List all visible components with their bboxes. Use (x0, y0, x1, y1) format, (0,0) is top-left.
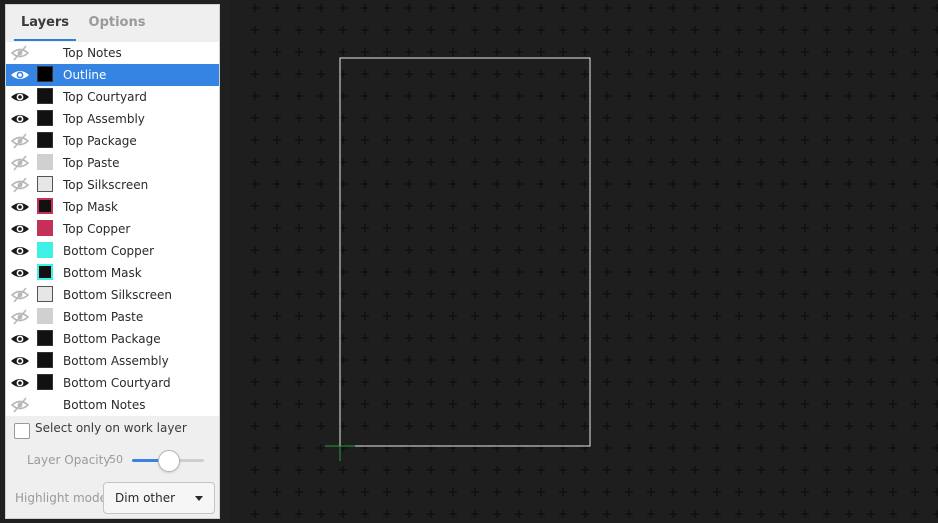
select-only-work-layer-label: Select only on work layer (35, 421, 187, 435)
origin-marker (325, 445, 355, 461)
layer-label: Top Mask (63, 200, 118, 214)
grid-crosses (251, 4, 938, 518)
layer-row[interactable]: Top Courtyard (6, 86, 219, 108)
eye-icon[interactable] (10, 265, 30, 281)
eye-icon[interactable] (10, 353, 30, 369)
layer-row[interactable]: Top Assembly (6, 108, 219, 130)
layer-label: Bottom Copper (63, 244, 155, 258)
eye-off-icon[interactable] (10, 155, 30, 171)
eye-off-icon[interactable] (10, 309, 30, 325)
layer-row[interactable]: Bottom Mask (6, 262, 219, 284)
layer-color-swatch[interactable] (37, 374, 53, 390)
layer-label: Top Paste (63, 156, 120, 170)
layer-label: Bottom Silkscreen (63, 288, 172, 302)
layer-label: Bottom Mask (63, 266, 142, 280)
layer-row[interactable]: Top Paste (6, 152, 219, 174)
layer-color-swatch[interactable] (37, 220, 53, 236)
layer-label: Top Silkscreen (63, 178, 149, 192)
eye-icon[interactable] (10, 331, 30, 347)
layer-label: Bottom Notes (63, 398, 146, 412)
layer-color-swatch[interactable] (37, 198, 53, 214)
eye-off-icon[interactable] (10, 287, 30, 303)
layer-row[interactable]: Top Notes (6, 42, 219, 64)
eye-off-icon[interactable] (10, 45, 30, 61)
layer-label: Top Assembly (63, 112, 145, 126)
eye-icon[interactable] (10, 375, 30, 391)
board-canvas[interactable] (230, 0, 938, 523)
highlight-mode-label: Highlight mode (15, 491, 108, 505)
layer-label: Bottom Assembly (63, 354, 169, 368)
active-tab-indicator (14, 39, 76, 41)
layer-row[interactable]: Outline (6, 64, 219, 86)
layer-label: Bottom Paste (63, 310, 144, 324)
layer-color-swatch[interactable] (37, 352, 53, 368)
layer-opacity-slider[interactable] (132, 450, 204, 472)
slider-thumb[interactable] (158, 450, 180, 472)
layer-color-swatch[interactable] (37, 242, 53, 258)
eye-icon[interactable] (10, 243, 30, 259)
layer-list: Top Notes Outline Top Courtyard Top Assembl… (6, 42, 219, 416)
layer-options: Select only on work layer Layer Opacity … (6, 416, 219, 518)
board-outline[interactable] (339, 57, 591, 447)
layer-row[interactable]: Bottom Copper (6, 240, 219, 262)
layers-panel: Layers Options Top Notes Outline Top Court… (5, 4, 220, 519)
layer-opacity-label: Layer Opacity (27, 453, 111, 467)
layer-color-swatch[interactable] (37, 330, 53, 346)
layer-color-swatch[interactable] (37, 308, 53, 324)
eye-icon[interactable] (10, 67, 30, 83)
layer-label: Outline (63, 68, 107, 82)
layer-color-swatch[interactable] (37, 154, 53, 170)
chevron-down-icon (195, 496, 203, 501)
layer-color-swatch[interactable] (37, 110, 53, 126)
layer-label: Top Package (63, 134, 137, 148)
eye-icon[interactable] (10, 221, 30, 237)
eye-off-icon[interactable] (10, 177, 30, 193)
layer-color-swatch[interactable] (37, 44, 53, 60)
layer-label: Top Notes (63, 46, 122, 60)
tab-layers[interactable]: Layers (14, 5, 76, 41)
layer-row[interactable]: Top Copper (6, 218, 219, 240)
layer-label: Bottom Courtyard (63, 376, 171, 390)
layer-row[interactable]: Bottom Package (6, 328, 219, 350)
layer-row[interactable]: Bottom Paste (6, 306, 219, 328)
layer-row[interactable]: Bottom Notes (6, 394, 219, 416)
highlight-mode-dropdown[interactable]: Dim other (103, 482, 215, 514)
layer-row[interactable]: Bottom Silkscreen (6, 284, 219, 306)
layer-row[interactable]: Top Silkscreen (6, 174, 219, 196)
canvas-drawing (251, 4, 938, 518)
eye-off-icon[interactable] (10, 397, 30, 413)
layer-color-swatch[interactable] (37, 176, 53, 192)
eye-icon[interactable] (10, 199, 30, 215)
layer-label: Top Courtyard (63, 90, 147, 104)
eye-off-icon[interactable] (10, 133, 30, 149)
layer-label: Top Copper (63, 222, 131, 236)
layer-row[interactable]: Bottom Courtyard (6, 372, 219, 394)
select-only-work-layer-checkbox[interactable] (14, 423, 30, 439)
highlight-mode-value: Dim other (115, 491, 176, 505)
layer-color-swatch[interactable] (37, 396, 53, 412)
tab-layers-label: Layers (20, 15, 70, 30)
app-window: Layers Options Top Notes Outline Top Court… (0, 0, 938, 523)
layer-row[interactable]: Bottom Assembly (6, 350, 219, 372)
layer-row[interactable]: Top Package (6, 130, 219, 152)
layer-color-swatch[interactable] (37, 286, 53, 302)
layer-row[interactable]: Top Mask (6, 196, 219, 218)
tab-options-label: Options (88, 15, 146, 30)
tab-options[interactable]: Options (86, 5, 148, 41)
eye-icon[interactable] (10, 111, 30, 127)
layer-label: Bottom Package (63, 332, 161, 346)
layer-color-swatch[interactable] (37, 88, 53, 104)
layer-color-swatch[interactable] (37, 132, 53, 148)
panel-tabs: Layers Options (6, 5, 219, 41)
layer-color-swatch[interactable] (37, 66, 53, 82)
eye-icon[interactable] (10, 89, 30, 105)
layer-color-swatch[interactable] (37, 264, 53, 280)
layer-opacity-value: 50 (109, 453, 123, 466)
